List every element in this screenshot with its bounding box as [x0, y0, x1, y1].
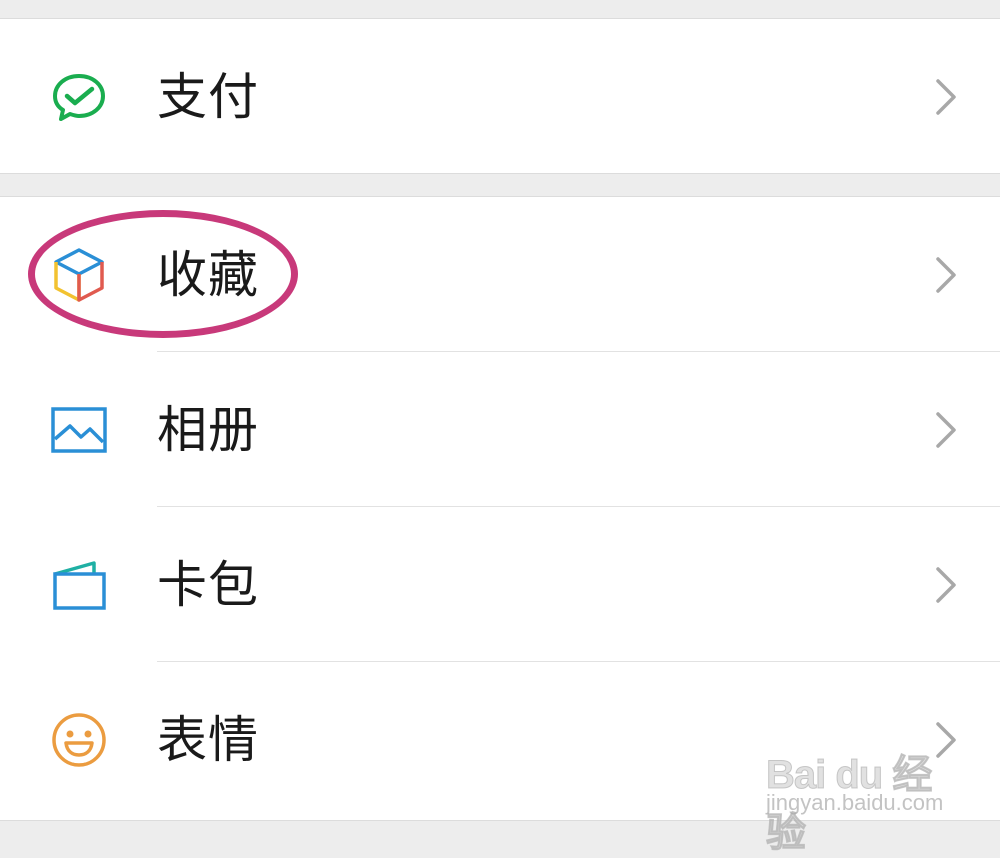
menu-item-favorites-label: 收藏	[157, 245, 259, 304]
album-picture-icon	[48, 399, 110, 461]
menu-item-pay[interactable]: 支付	[0, 19, 1000, 174]
menu-group-pay: 支付	[0, 18, 1000, 174]
menu-item-card-wallet[interactable]: 卡包	[0, 507, 1000, 662]
chevron-right-icon	[932, 77, 960, 117]
favorites-cube-icon	[48, 244, 110, 306]
menu-group-main: 收藏 相册 卡包 表情	[0, 196, 1000, 821]
menu-item-stickers[interactable]: 表情	[0, 662, 1000, 817]
menu-item-stickers-label: 表情	[157, 710, 259, 769]
menu-item-album[interactable]: 相册	[0, 352, 1000, 507]
menu-item-favorites[interactable]: 收藏	[0, 197, 1000, 352]
smiley-face-icon	[48, 709, 110, 771]
card-wallet-icon	[48, 554, 110, 616]
chevron-right-icon	[932, 410, 960, 450]
chevron-right-icon	[932, 255, 960, 295]
chevron-right-icon	[932, 565, 960, 605]
menu-item-album-label: 相册	[157, 400, 259, 459]
menu-item-card-wallet-label: 卡包	[157, 555, 259, 614]
chevron-right-icon	[932, 720, 960, 760]
wechat-pay-icon	[48, 66, 110, 128]
menu-item-pay-label: 支付	[157, 67, 259, 126]
